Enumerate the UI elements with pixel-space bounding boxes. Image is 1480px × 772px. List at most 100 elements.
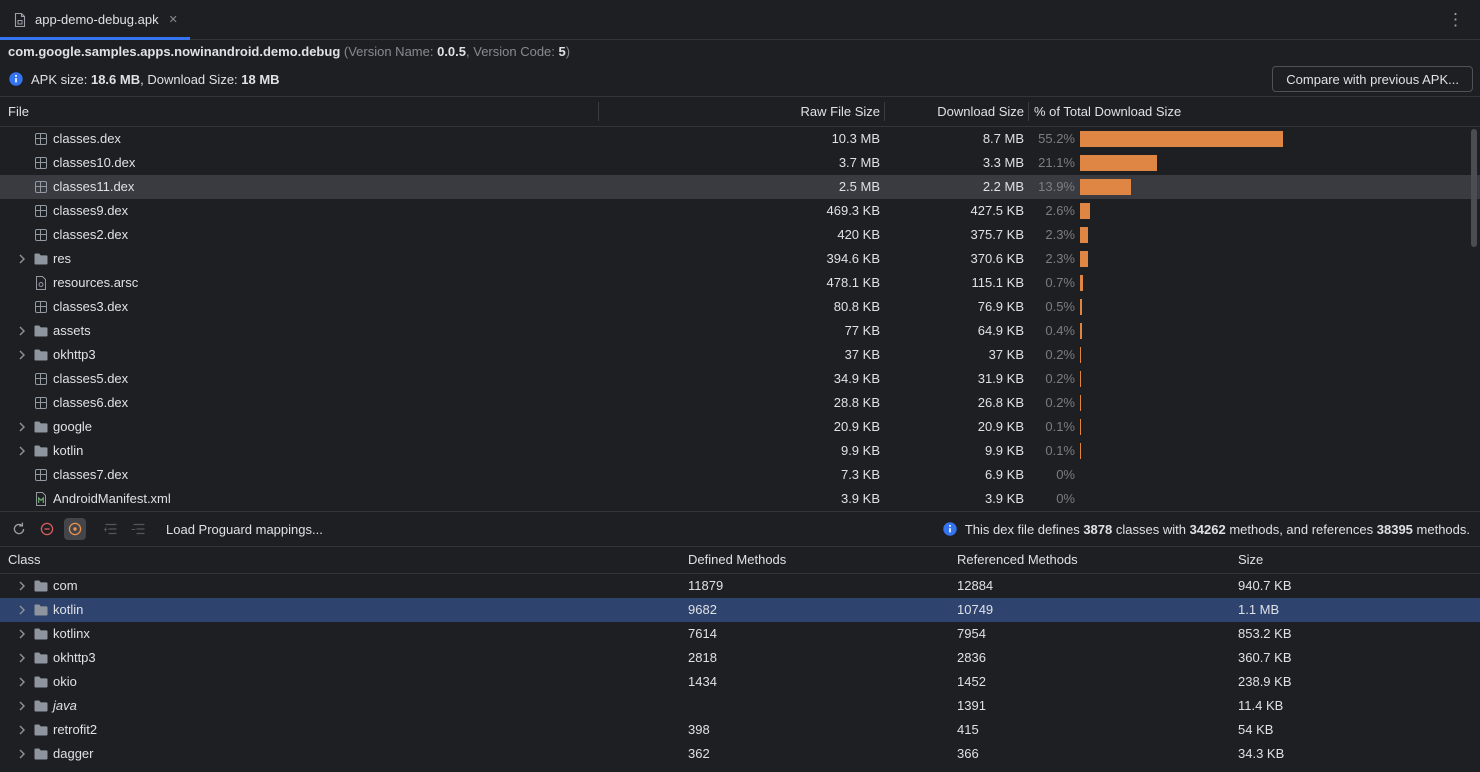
file-row[interactable]: classes3.dex80.8 KB76.9 KB0.5%: [0, 295, 1480, 319]
file-row[interactable]: assets77 KB64.9 KB0.4%: [0, 319, 1480, 343]
chevron-spacer: [14, 179, 30, 195]
download-pct: 0.7%: [1045, 271, 1075, 295]
compare-previous-apk-button[interactable]: Compare with previous APK...: [1272, 66, 1473, 92]
column-divider[interactable]: [884, 102, 885, 121]
referenced-methods: 1391: [957, 694, 986, 718]
download-size: 9.9 KB: [985, 439, 1024, 463]
file-row[interactable]: classes.dex10.3 MB8.7 MB55.2%: [0, 127, 1480, 151]
download-pct-bar: [1080, 227, 1088, 243]
column-divider[interactable]: [1028, 102, 1029, 121]
file-name: classes2.dex: [53, 223, 128, 247]
show-references-toggle[interactable]: [8, 518, 30, 540]
chevron-right-icon[interactable]: [14, 419, 30, 435]
package-folder-icon: [33, 674, 49, 690]
download-pct: 0.4%: [1045, 319, 1075, 343]
column-header-defined-methods[interactable]: Defined Methods: [688, 547, 786, 573]
chevron-right-icon[interactable]: [14, 602, 30, 618]
chevron-right-icon[interactable]: [14, 251, 30, 267]
file-row[interactable]: google20.9 KB20.9 KB0.1%: [0, 415, 1480, 439]
file-row[interactable]: res394.6 KB370.6 KB2.3%: [0, 247, 1480, 271]
column-header-pct[interactable]: % of Total Download Size: [1034, 97, 1181, 126]
class-table-header: Class Defined Methods Referenced Methods…: [0, 547, 1480, 574]
raw-file-size: 34.9 KB: [834, 367, 880, 391]
chevron-spacer: [14, 155, 30, 171]
raw-file-size: 3.7 MB: [839, 151, 880, 175]
file-row[interactable]: classes11.dex2.5 MB2.2 MB13.9%: [0, 175, 1480, 199]
file-row[interactable]: classes9.dex469.3 KB427.5 KB2.6%: [0, 199, 1480, 223]
file-name: google: [53, 415, 92, 439]
chevron-spacer: [14, 395, 30, 411]
dex-info-text: classes with: [1112, 522, 1189, 537]
defined-methods: 1434: [688, 670, 717, 694]
file-row[interactable]: okhttp337 KB37 KB0.2%: [0, 343, 1480, 367]
column-header-raw-size[interactable]: Raw File Size: [801, 97, 880, 126]
show-removed-nodes-toggle[interactable]: [36, 518, 58, 540]
chevron-right-icon[interactable]: [14, 746, 30, 762]
column-header-download-size[interactable]: Download Size: [937, 97, 1024, 126]
column-header-size[interactable]: Size: [1238, 547, 1263, 573]
file-row[interactable]: classes5.dex34.9 KB31.9 KB0.2%: [0, 367, 1480, 391]
apk-size-value: 18.6 MB: [91, 72, 140, 87]
package-name: com.google.samples.apps.nowinandroid.dem…: [8, 44, 340, 59]
chevron-right-icon[interactable]: [14, 650, 30, 666]
file-row[interactable]: classes6.dex28.8 KB26.8 KB0.2%: [0, 391, 1480, 415]
defined-methods: 398: [688, 718, 710, 742]
raw-file-size: 469.3 KB: [827, 199, 881, 223]
download-size: 2.2 MB: [983, 175, 1024, 199]
chevron-right-icon[interactable]: [14, 443, 30, 459]
class-row[interactable]: kotlinx76147954853.2 KB: [0, 622, 1480, 646]
download-pct-bar: [1080, 323, 1082, 339]
file-row[interactable]: classes10.dex3.7 MB3.3 MB21.1%: [0, 151, 1480, 175]
chevron-right-icon[interactable]: [14, 626, 30, 642]
vertical-scrollbar[interactable]: [1471, 129, 1477, 247]
class-size: 54 KB: [1238, 718, 1273, 742]
download-pct-bar: [1080, 155, 1157, 171]
chevron-right-icon[interactable]: [14, 578, 30, 594]
dex-icon: [33, 131, 49, 147]
folder-icon: [33, 347, 49, 363]
raw-file-size: 77 KB: [845, 319, 880, 343]
class-row[interactable]: dagger36236634.3 KB: [0, 742, 1480, 766]
file-row[interactable]: resources.arsc478.1 KB115.1 KB0.7%: [0, 271, 1480, 295]
kebab-menu-icon[interactable]: ⋮: [1431, 10, 1480, 30]
chevron-right-icon[interactable]: [14, 323, 30, 339]
chevron-right-icon[interactable]: [14, 674, 30, 690]
class-row[interactable]: java139111.4 KB: [0, 694, 1480, 718]
dex-icon: [33, 371, 49, 387]
class-table: Class Defined Methods Referenced Methods…: [0, 547, 1480, 771]
chevron-right-icon[interactable]: [14, 722, 30, 738]
class-row[interactable]: okio14341452238.9 KB: [0, 670, 1480, 694]
referenced-methods: 1452: [957, 670, 986, 694]
class-row[interactable]: retrofit239841554 KB: [0, 718, 1480, 742]
column-divider[interactable]: [598, 102, 599, 121]
show-fields-toggle[interactable]: [64, 518, 86, 540]
folder-icon: [33, 251, 49, 267]
file-row[interactable]: kotlin9.9 KB9.9 KB0.1%: [0, 439, 1480, 463]
column-header-referenced-methods[interactable]: Referenced Methods: [957, 547, 1078, 573]
download-size-label: , Download Size:: [140, 72, 241, 87]
class-size: 940.7 KB: [1238, 574, 1292, 598]
class-row[interactable]: okhttp328182836360.7 KB: [0, 646, 1480, 670]
chevron-right-icon[interactable]: [14, 698, 30, 714]
tab-close-icon[interactable]: ✕: [169, 13, 178, 26]
download-size: 427.5 KB: [971, 199, 1025, 223]
dex-references-count: 38395: [1377, 522, 1413, 537]
download-size: 6.9 KB: [985, 463, 1024, 487]
tab-apk-file[interactable]: app-demo-debug.apk ✕: [0, 0, 190, 39]
file-name: classes9.dex: [53, 199, 128, 223]
info-icon: [8, 71, 24, 87]
class-row[interactable]: kotlin9682107491.1 MB: [0, 598, 1480, 622]
chevron-right-icon[interactable]: [14, 347, 30, 363]
file-row[interactable]: AndroidManifest.xml3.9 KB3.9 KB0%: [0, 487, 1480, 511]
expand-all-icon: [100, 518, 122, 540]
class-size: 238.9 KB: [1238, 670, 1292, 694]
download-pct-bar: [1080, 443, 1081, 459]
file-row[interactable]: classes2.dex420 KB375.7 KB2.3%: [0, 223, 1480, 247]
package-folder-icon: [33, 602, 49, 618]
file-row[interactable]: classes7.dex7.3 KB6.9 KB0%: [0, 463, 1480, 487]
raw-file-size: 28.8 KB: [834, 391, 880, 415]
column-header-file[interactable]: File: [8, 97, 29, 126]
load-proguard-mappings-button[interactable]: Load Proguard mappings...: [166, 522, 323, 537]
class-row[interactable]: com1187912884940.7 KB: [0, 574, 1480, 598]
column-header-class[interactable]: Class: [8, 547, 41, 573]
